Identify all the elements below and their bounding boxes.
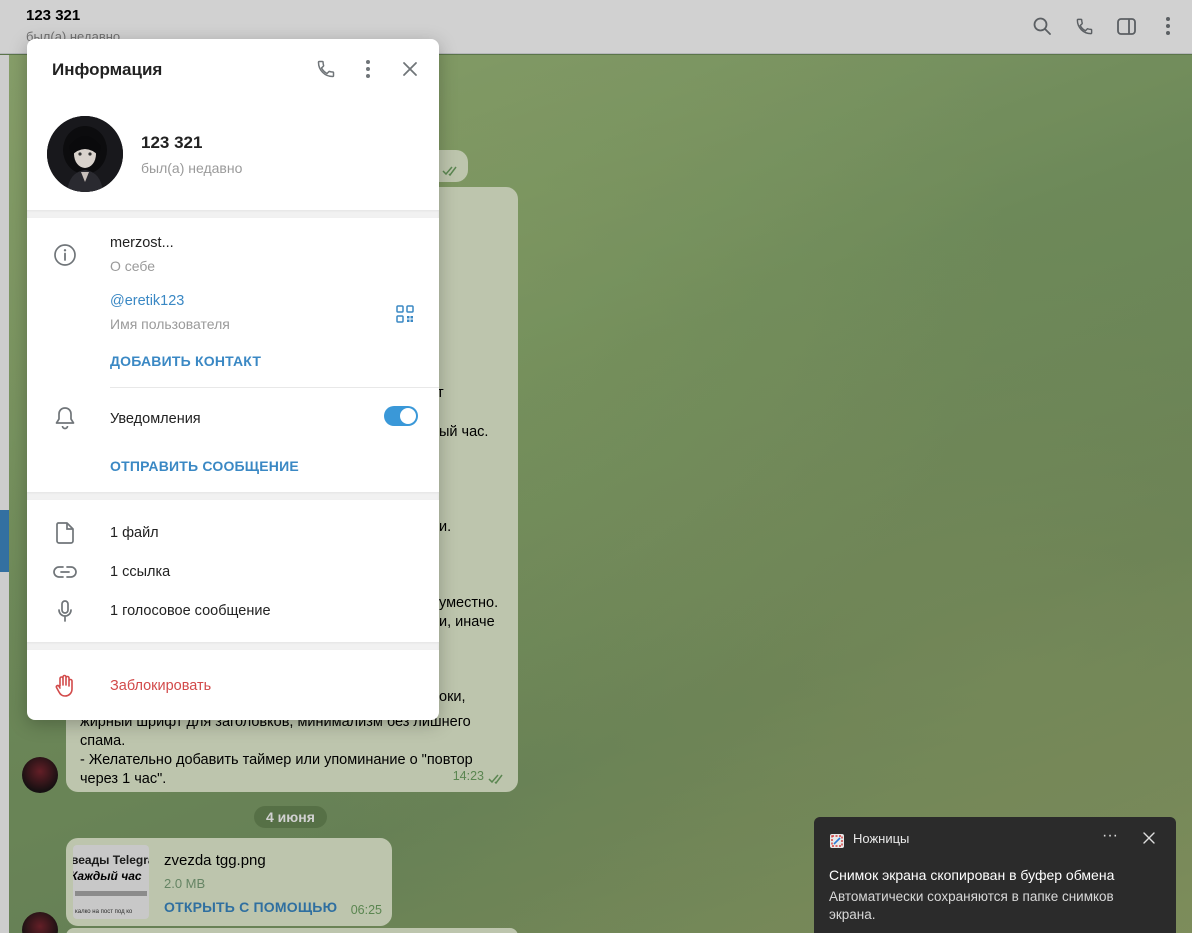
microphone-icon: [52, 598, 78, 624]
qr-code-icon: [396, 305, 414, 323]
toggle-knob: [400, 408, 416, 424]
qr-code-button[interactable]: [393, 302, 417, 326]
add-contact-button[interactable]: ДОБАВИТЬ КОНТАКТ: [110, 353, 261, 369]
bell-icon: [52, 405, 78, 431]
username-label: Имя пользователя: [110, 316, 230, 332]
block-user-button[interactable]: Заблокировать: [110, 678, 211, 694]
media-files-item[interactable]: 1 файл: [110, 525, 159, 541]
notifications-label: Уведомления: [110, 411, 201, 427]
section-divider: [27, 210, 439, 218]
snipping-tool-icon: [830, 834, 844, 848]
toast-title: Снимок экрана скопирован в буфер обмена: [829, 867, 1115, 883]
link-icon: [52, 559, 78, 585]
hand-stop-icon: [52, 673, 78, 699]
file-icon: [52, 520, 78, 546]
media-voice-item[interactable]: 1 голосовое сообщение: [110, 603, 271, 619]
profile-status: был(а) недавно: [141, 160, 243, 176]
profile-name: 123 321: [141, 133, 203, 152]
toast-app-name: Ножницы: [853, 831, 910, 846]
bio-label: О себе: [110, 258, 156, 274]
close-icon: [1143, 832, 1155, 844]
toast-more-button[interactable]: ···: [1100, 827, 1120, 845]
notifications-toggle[interactable]: [384, 406, 418, 426]
snipping-tool-toast[interactable]: Ножницы ··· Снимок экрана скопирован в б…: [814, 817, 1176, 933]
send-message-button[interactable]: ОТПРАВИТЬ СООБЩЕНИЕ: [110, 458, 299, 474]
row-divider: [110, 387, 439, 388]
toast-close-button[interactable]: [1140, 829, 1158, 847]
close-button[interactable]: [398, 57, 422, 81]
more-button[interactable]: [356, 57, 380, 81]
toast-body: Автоматически сохраняются в папке снимко…: [829, 889, 1114, 922]
media-links-item[interactable]: 1 ссылка: [110, 564, 170, 580]
profile-avatar[interactable]: [47, 116, 123, 192]
panel-title: Информация: [52, 60, 163, 79]
section-divider: [27, 492, 439, 500]
call-button[interactable]: [314, 57, 338, 81]
close-icon: [403, 62, 417, 76]
username-link[interactable]: @eretik123: [110, 293, 184, 309]
info-icon: [52, 242, 78, 268]
phone-icon: [317, 60, 335, 78]
more-vertical-icon: [366, 60, 370, 78]
bio-text[interactable]: merzost...: [110, 235, 174, 251]
user-info-panel: Информация 123 321 был(а) недавно merzos…: [27, 39, 439, 720]
section-divider: [27, 642, 439, 650]
